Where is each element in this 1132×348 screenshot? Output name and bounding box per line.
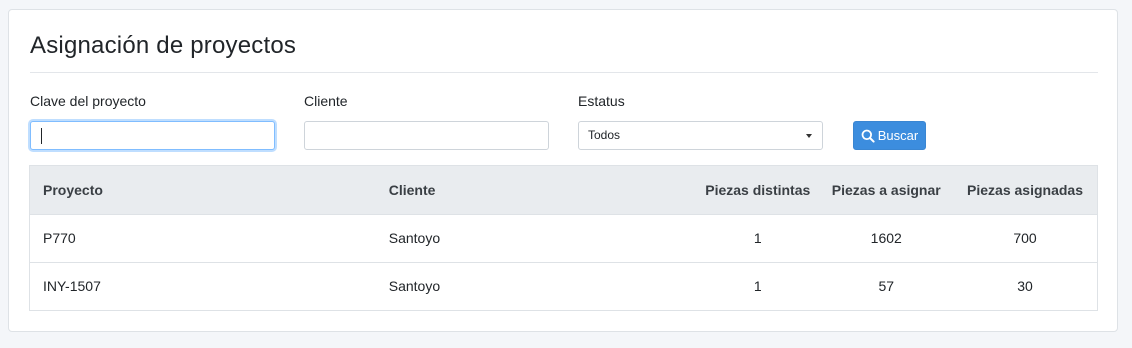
search-icon: [861, 129, 875, 143]
cliente-label: Cliente: [304, 93, 348, 109]
buscar-button-label: Buscar: [877, 128, 919, 143]
clave-input[interactable]: [30, 121, 275, 150]
page-title: Asignación de proyectos: [30, 32, 297, 59]
projects-table: Proyecto Cliente Piezas distintas Piezas…: [29, 165, 1098, 311]
cell-piezas-distintas: 1: [753, 230, 762, 246]
estatus-selected-value: Todos: [588, 128, 621, 142]
text-caret: [41, 128, 42, 144]
cell-piezas-asignadas: 30: [1017, 278, 1033, 295]
buscar-button[interactable]: Buscar: [853, 121, 926, 150]
clave-label: Clave del proyecto: [30, 93, 146, 109]
table-header-row: Proyecto Cliente Piezas distintas Piezas…: [30, 166, 1097, 214]
header-proyecto[interactable]: Proyecto: [30, 166, 389, 214]
header-piezas-a-asignar[interactable]: Piezas a asignar: [819, 166, 953, 214]
table-row[interactable]: P770 Santoyo 1 1602 700: [30, 214, 1097, 262]
estatus-select[interactable]: Todos: [578, 121, 823, 150]
cell-cliente: Santoyo: [388, 278, 441, 295]
header-cliente[interactable]: Cliente: [389, 166, 696, 214]
cliente-input[interactable]: [304, 121, 549, 150]
cell-piezas-a-asignar: 57: [878, 278, 895, 295]
estatus-label: Estatus: [578, 93, 625, 109]
title-divider: [30, 72, 1098, 73]
cell-cliente: Santoyo: [388, 230, 441, 246]
cell-piezas-asignadas: 700: [1013, 230, 1037, 246]
cell-piezas-a-asignar: 1602: [870, 230, 902, 246]
chevron-down-icon: [806, 134, 812, 138]
cell-proyecto: P770: [43, 230, 76, 246]
asignacion-card: Asignación de proyectos Clave del proyec…: [8, 9, 1118, 332]
header-piezas-distintas[interactable]: Piezas distintas: [696, 166, 819, 214]
header-piezas-asignadas[interactable]: Piezas asignadas: [953, 166, 1097, 214]
cell-proyecto: INY-1507: [43, 278, 101, 295]
table-row[interactable]: INY-1507 Santoyo 1 57 30: [30, 262, 1097, 310]
cell-piezas-distintas: 1: [753, 278, 762, 295]
